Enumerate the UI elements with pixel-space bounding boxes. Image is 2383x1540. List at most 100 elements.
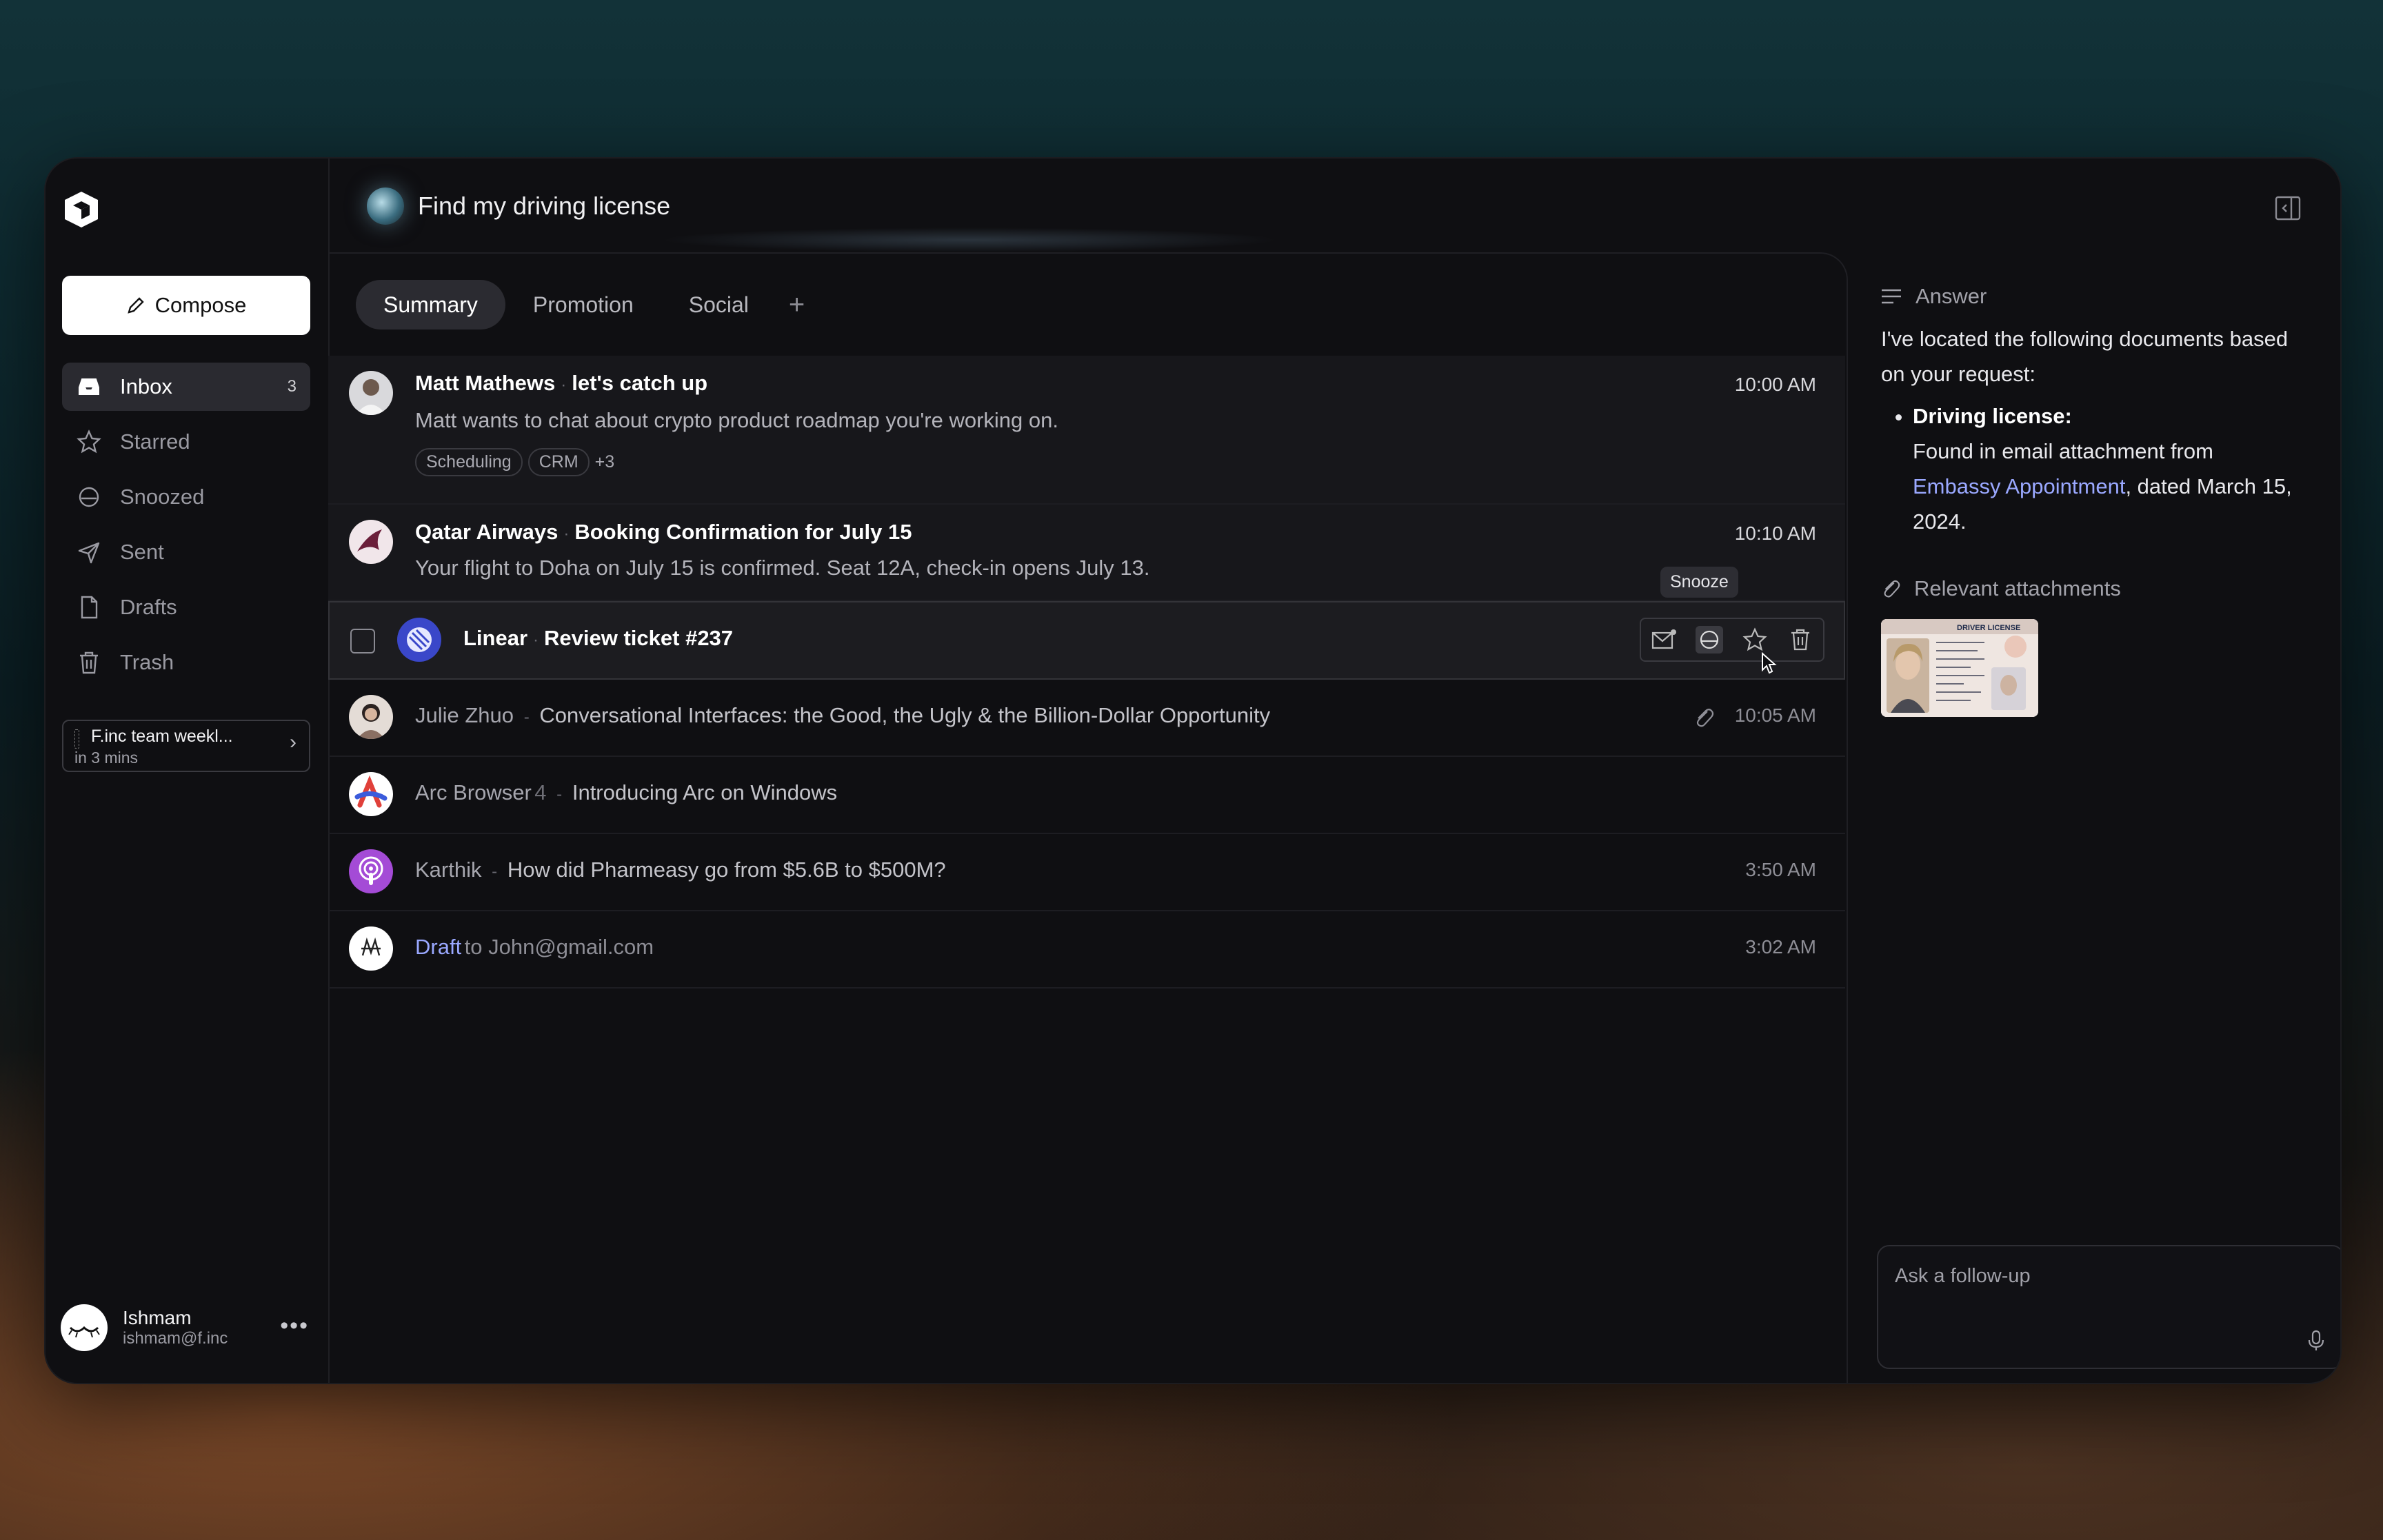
mouse-cursor-icon <box>1762 652 1777 674</box>
user-email: ishmam@f.inc <box>123 1329 228 1348</box>
tab-promotion[interactable]: Promotion <box>505 280 661 330</box>
email-header-line: Karthik - How did Pharmeasy go from $5.6… <box>415 858 946 882</box>
sidebar-item-sent[interactable]: Sent <box>62 528 310 576</box>
email-sender: Arc Browser <box>415 780 532 804</box>
separator-dot: · <box>533 631 539 649</box>
podcast-icon <box>359 856 383 885</box>
mark-unread-icon[interactable] <box>1650 626 1678 654</box>
email-time: 3:02 AM <box>1745 936 1816 958</box>
star-icon[interactable] <box>1741 626 1769 654</box>
email-header-line: Matt Mathews · let's catch up <box>415 371 707 396</box>
sidebar-item-snoozed[interactable]: Snoozed <box>62 473 310 521</box>
email-time: 3:50 AM <box>1745 859 1816 880</box>
draft-label[interactable]: Draft <box>415 935 461 959</box>
search-query[interactable]: Find my driving license <box>418 192 670 221</box>
email-row-hovered[interactable]: Linear · Review ticket #237 Snooze <box>328 567 1845 680</box>
separator-dot: · <box>561 376 567 394</box>
text-lines-icon <box>1882 289 1901 304</box>
more-options-icon[interactable]: ••• <box>280 1313 309 1339</box>
answer-body: I've located the following documents bas… <box>1881 321 2295 539</box>
ai-search-bar[interactable]: Find my driving license <box>328 159 1845 252</box>
separator-dash: - <box>487 862 502 881</box>
sidebar-item-label: Inbox <box>120 374 172 398</box>
driver-license-attachment[interactable]: DRIVER LICENSE <box>1881 619 2038 717</box>
answer-bullet-title: Driving license: <box>1913 404 2072 428</box>
paperclip-icon <box>1696 709 1714 727</box>
email-sender: Karthik <box>415 858 482 882</box>
email-row[interactable]: Arc Browser 4 - Introducing Arc on Windo… <box>328 757 1845 834</box>
answer-bullet: Driving license: Found in email attachme… <box>1913 398 2295 539</box>
email-row[interactable]: Julie Zhuo - Conversational Interfaces: … <box>328 680 1845 757</box>
more-tags-count[interactable]: +3 <box>595 452 615 472</box>
mail-app-window: Compose Inbox 3 Starred Snoozed Sent Dra… <box>44 157 2342 1384</box>
user-name: Ishmam <box>123 1307 192 1328</box>
mail-list-pane: Summary Promotion Social + Matt Mathews ·… <box>328 252 1848 1383</box>
draft-ai-icon <box>361 937 381 956</box>
sidebar-item-trash[interactable]: Trash <box>62 638 310 687</box>
compose-label: Compose <box>154 293 247 317</box>
driver-license-thumbnail: DRIVER LICENSE <box>1881 619 2038 717</box>
email-row[interactable]: Matt Mathews · let's catch up Matt wants t… <box>328 356 1845 505</box>
email-header-line: Arc Browser 4 - Introducing Arc on Windo… <box>415 780 837 805</box>
toggle-panel-icon[interactable] <box>2274 194 2302 222</box>
select-checkbox[interactable] <box>350 629 375 654</box>
qatar-oryx-icon <box>357 529 382 551</box>
email-header-line: Julie Zhuo - Conversational Interfaces: … <box>415 703 1270 728</box>
send-icon <box>78 542 100 564</box>
embassy-appointment-link[interactable]: Embassy Appointment <box>1913 474 2125 498</box>
email-time: 10:05 AM <box>1734 705 1816 726</box>
row-actions <box>1640 618 1824 662</box>
snooze-tooltip: Snooze <box>1660 567 1738 598</box>
email-subject: Introducing Arc on Windows <box>572 780 838 804</box>
sidebar-item-drafts[interactable]: Drafts <box>62 583 310 631</box>
sidebar-item-label: Sent <box>120 540 164 564</box>
tag-chip[interactable]: Scheduling <box>415 448 523 476</box>
tag-chip[interactable]: CRM <box>527 448 590 476</box>
email-sender: Julie Zhuo <box>415 703 514 727</box>
email-subject: let's catch up <box>572 371 708 395</box>
user-profile[interactable]: Ishmam ishmam@f.inc ••• <box>61 1300 316 1355</box>
upcoming-event-card[interactable]: F.inc team weekl... in 3 mins › <box>62 720 310 772</box>
email-time: 10:10 AM <box>1734 523 1816 544</box>
trash-icon[interactable] <box>1787 626 1814 654</box>
sidebar-item-inbox[interactable]: Inbox 3 <box>62 363 310 411</box>
person-avatar-icon <box>356 379 386 415</box>
sidebar-item-label: Trash <box>120 650 174 674</box>
draft-recipient: to John@gmail.com <box>464 935 654 959</box>
email-tags: Scheduling CRM +3 <box>415 448 614 476</box>
avatar <box>349 849 393 893</box>
email-sender: Matt Mathews <box>415 371 556 395</box>
event-color-bar <box>74 729 79 749</box>
paperclip-icon <box>1884 580 1900 598</box>
app-logo-icon[interactable] <box>61 189 102 230</box>
avatar <box>349 371 393 415</box>
answer-heading-label: Answer <box>1916 284 1987 308</box>
microphone-icon[interactable] <box>2304 1329 2328 1352</box>
sidebar-item-label: Drafts <box>120 595 177 619</box>
snooze-icon[interactable] <box>1696 626 1723 654</box>
avatar <box>349 695 393 739</box>
compose-button[interactable]: Compose <box>62 276 310 335</box>
email-row[interactable]: Karthik - How did Pharmeasy go from $5.6… <box>328 834 1845 911</box>
chevron-right-icon: › <box>290 731 296 753</box>
email-list: Matt Mathews · let's catch up Matt wants t… <box>328 356 1845 989</box>
email-row[interactable]: Qatar Airways · Booking Confirmation for J… <box>328 505 1845 601</box>
email-header-line: Linear · Review ticket #237 <box>463 626 733 651</box>
follow-up-input[interactable] <box>1893 1260 2310 1292</box>
separator-dot: · <box>563 525 570 543</box>
email-sender: Linear <box>463 626 528 650</box>
sidebar-item-starred[interactable]: Starred <box>62 418 310 466</box>
snooze-icon <box>79 487 99 507</box>
email-header-line: Qatar Airways · Booking Confirmation for J… <box>415 520 912 545</box>
email-row[interactable]: Draft to John@gmail.com 3:02 AM <box>328 911 1845 989</box>
email-subject: How did Pharmeasy go from $5.6B to $500M… <box>507 858 946 882</box>
attachments-heading: Relevant attachments <box>1880 576 2121 601</box>
tab-social[interactable]: Social <box>661 280 776 330</box>
email-subject: Conversational Interfaces: the Good, the… <box>539 703 1271 727</box>
answer-intro: I've located the following documents bas… <box>1881 327 2289 386</box>
answer-heading: Answer <box>1880 284 1987 309</box>
add-tab-icon[interactable]: + <box>789 290 805 321</box>
tab-summary[interactable]: Summary <box>356 280 505 330</box>
attachments-heading-label: Relevant attachments <box>1914 576 2121 600</box>
inbox-icon <box>79 378 99 395</box>
